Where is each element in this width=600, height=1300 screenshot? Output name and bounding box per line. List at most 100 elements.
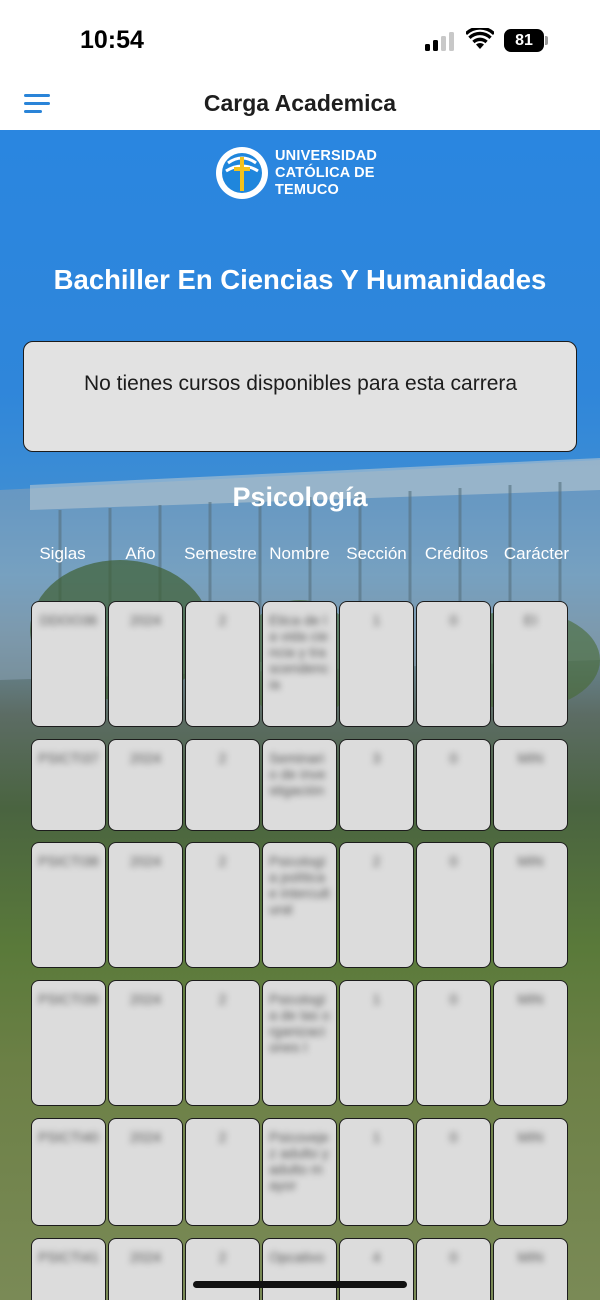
table-cell-caracter: MIN	[493, 842, 568, 968]
table-cell-value: 2	[218, 853, 227, 869]
table-cell-sigla: PSICTI39	[31, 980, 106, 1106]
wifi-icon	[466, 28, 494, 49]
table-cell-seccion: 2	[339, 842, 414, 968]
logo-line-2: CATÓLICA DE	[275, 165, 375, 181]
table-cell-seccion: 3	[339, 739, 414, 831]
table-cell-value: MIN	[517, 1129, 544, 1145]
table-cell-value: 4	[372, 1249, 381, 1265]
column-header-semestre: Semestre	[182, 543, 259, 564]
table-cell-creditos: 0	[416, 1238, 491, 1300]
table-cell-value: 2	[218, 1129, 227, 1145]
table-cell-anio: 2024	[108, 739, 183, 831]
table-cell-value: 2024	[129, 1249, 162, 1265]
table-cell-caracter: MIN	[493, 1238, 568, 1300]
table-cell-nombre: Opcativo	[262, 1238, 337, 1300]
home-indicator	[193, 1281, 407, 1288]
column-header-caracter-label: Carácter	[503, 544, 570, 563]
column-header-nombre-label: Nombre	[269, 544, 330, 563]
table-cell-value: 2024	[129, 853, 162, 869]
table-cell-creditos: 0	[416, 601, 491, 727]
university-emblem-icon	[216, 147, 268, 199]
table-cell-anio: 2024	[108, 842, 183, 968]
notice-box: No tienes cursos disponibles para esta c…	[23, 341, 577, 452]
table-cell-value: DDOO36	[39, 612, 98, 628]
table-cell-value: Psicología política e intercultural	[269, 853, 330, 917]
table-cell-semestre: 2	[185, 842, 260, 968]
battery-icon: 81	[504, 29, 544, 52]
table-cell-creditos: 0	[416, 980, 491, 1106]
column-header-seccion-label: Sección	[346, 544, 407, 563]
table-cell-creditos: 0	[416, 1118, 491, 1226]
table-cell-value: 0	[449, 853, 458, 869]
nav-bar: Carga Academica	[0, 80, 600, 130]
table-cell-nombre: Etica de la vida ciencia y trascendencia	[262, 601, 337, 727]
table-cell-caracter: MIN	[493, 980, 568, 1106]
column-header-anio: Año	[125, 544, 156, 563]
table-cell-seccion: 1	[339, 1118, 414, 1226]
column-header-caracter: Carácter	[498, 543, 575, 564]
table-cell-creditos: 0	[416, 739, 491, 831]
table-cell-value: Opcativo	[269, 1249, 325, 1265]
column-header-creditos: Créditos	[418, 543, 495, 564]
table-cell-anio: 2024	[108, 601, 183, 727]
column-header-seccion: Sección	[338, 543, 415, 564]
table-cell-value: MIN	[517, 991, 544, 1007]
table-cell-value: 2	[218, 991, 227, 1007]
table-cell-value: 1	[372, 1129, 381, 1145]
column-header-semestre-label: Semestre	[184, 544, 257, 563]
signal-icon	[425, 31, 457, 51]
table-cell-value: PSICTI39	[38, 991, 99, 1007]
table-cell-value: 0	[449, 612, 458, 628]
table-cell-value: 2024	[129, 750, 162, 766]
battery-tip	[545, 36, 548, 45]
page-title: Carga Academica	[203, 90, 397, 116]
table-cell-caracter: EI	[493, 601, 568, 727]
table-cell-nombre: Psicología de las organizaciones I	[262, 980, 337, 1106]
table-cell-value: MIN	[517, 1249, 544, 1265]
battery-level: 81	[515, 31, 533, 49]
table-cell-anio: 2024	[108, 980, 183, 1106]
table-cell-value: Psicología de las organizaciones I	[269, 991, 330, 1055]
table-cell-value: 2	[218, 1249, 227, 1265]
table-cell-semestre: 2	[185, 739, 260, 831]
table-cell-value: Etica de la vida ciencia y trascendencia	[269, 612, 329, 692]
table-cell-value: Psicovejez adulto y adulto mayor	[269, 1129, 329, 1193]
table-cell-sigla: PSICTI38	[31, 842, 106, 968]
table-cell-value: MIN	[517, 853, 544, 869]
table-cell-value: PSICTI40	[38, 1129, 99, 1145]
table-cell-semestre: 2	[185, 1238, 260, 1300]
table-cell-caracter: MIN	[493, 1118, 568, 1226]
career-title: Bachiller En Ciencias Y Humanidades	[53, 264, 547, 295]
table-cell-sigla: DDOO36	[31, 601, 106, 727]
table-cell-value: MIN	[517, 750, 544, 766]
table-cell-semestre: 2	[185, 601, 260, 727]
column-header-siglas: Siglas	[39, 544, 86, 563]
status-bar: 10:54 81	[0, 0, 600, 80]
table-cell-nombre: Seminario de investigación	[262, 739, 337, 831]
column-header-creditos-label: Créditos	[424, 544, 489, 563]
table-cell-value: PSICTI37	[38, 750, 99, 766]
table-cell-anio: 2024	[108, 1118, 183, 1226]
table-cell-seccion: 1	[339, 980, 414, 1106]
notice-text: No tienes cursos disponibles para esta c…	[84, 372, 518, 395]
table-cell-value: 2024	[129, 991, 162, 1007]
table-cell-value: 2024	[129, 1129, 162, 1145]
table-cell-anio: 2024	[108, 1238, 183, 1300]
table-cell-value: 0	[449, 750, 458, 766]
logo-line-3: TEMUCO	[275, 182, 340, 198]
table-cell-value: Seminario de investigación	[269, 750, 326, 798]
table-cell-nombre: Psicovejez adulto y adulto mayor	[262, 1118, 337, 1226]
table-cell-nombre: Psicología política e intercultural	[262, 842, 337, 968]
table-cell-seccion: 4	[339, 1238, 414, 1300]
table-cell-semestre: 2	[185, 1118, 260, 1226]
table-cell-sigla: PSICTI41	[31, 1238, 106, 1300]
table-cell-value: 1	[372, 991, 381, 1007]
table-cell-sigla: PSICTI37	[31, 739, 106, 831]
table-cell-value: 0	[449, 991, 458, 1007]
university-logo: UNIVERSIDAD CATÓLICA DE TEMUCO	[214, 143, 384, 203]
table-cell-semestre: 2	[185, 980, 260, 1106]
table-cell-value: PSICTI38	[38, 853, 99, 869]
table-cell-creditos: 0	[416, 842, 491, 968]
table-cell-sigla: PSICTI40	[31, 1118, 106, 1226]
table-cell-value: EI	[523, 612, 538, 628]
